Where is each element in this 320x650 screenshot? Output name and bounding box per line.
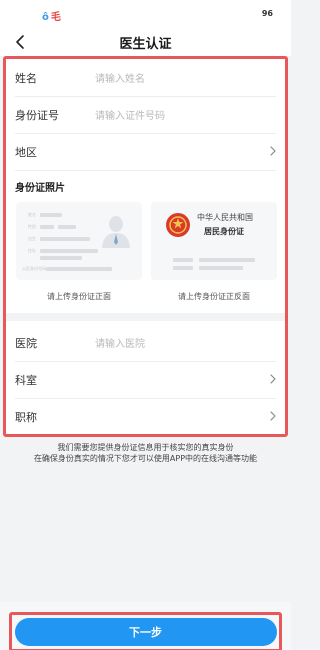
verification-form: 姓名 请输入姓名 身份证号 请输入证件号码 地区 身份证照片 姓名 性别 出生 … — [3, 56, 288, 437]
status-icons: ô毛 — [42, 8, 61, 23]
status-bar: ô毛 96 — [0, 0, 291, 28]
next-button[interactable]: 下一步 — [14, 618, 277, 646]
id-number-label: 身份证号 — [15, 108, 59, 122]
nav-bar: 医生认证 — [0, 28, 291, 56]
doctor-verification-page: ô毛 96 医生认证 姓名 请输入姓名 身份证号 请输入证件号码 地区 身份证照… — [0, 0, 291, 650]
text-line — [40, 225, 54, 229]
text-line — [40, 237, 90, 241]
text-line — [40, 249, 98, 253]
region-label: 地区 — [15, 145, 37, 159]
national-emblem-icon — [166, 213, 190, 237]
field-label-placeholder: 性别 — [28, 224, 36, 229]
notice-line-1: 我们需要您提供身份证信息用于核实您的真实身份 — [57, 443, 234, 452]
text-line — [46, 267, 112, 271]
id-back-card-name: 居民身份证 — [204, 227, 244, 236]
text-line — [173, 258, 193, 262]
name-input[interactable]: 请输入姓名 — [95, 70, 145, 85]
professional-title-row[interactable]: 职称 — [6, 398, 285, 435]
status-mark-2: 毛 — [50, 12, 61, 23]
text-line — [40, 213, 62, 217]
department-row[interactable]: 科室 — [6, 361, 285, 398]
section-gap — [6, 313, 285, 321]
page-title: 医生认证 — [119, 37, 172, 52]
region-row[interactable]: 地区 — [6, 133, 285, 170]
id-number-input[interactable]: 请输入证件号码 — [95, 107, 165, 122]
id-front-caption: 请上传身份证正面 — [47, 292, 111, 301]
department-label: 科室 — [15, 373, 37, 387]
name-label: 姓名 — [15, 71, 37, 85]
text-line — [199, 266, 243, 270]
next-button-highlight: 下一步 — [9, 612, 282, 650]
hospital-input[interactable]: 请输入医院 — [95, 335, 145, 350]
field-label-placeholder: 住址 — [28, 248, 36, 253]
field-label-placeholder: 公民身份号码 — [22, 266, 46, 271]
field-label-placeholder: 姓名 — [28, 212, 36, 217]
chevron-right-icon — [270, 374, 276, 384]
chevron-right-icon — [270, 411, 276, 421]
divider — [15, 170, 276, 171]
verification-notice: 我们需要您提供身份证信息用于核实您的真实身份 在确保身份真实的情况下您才可以使用… — [0, 442, 291, 464]
id-photo-section-title: 身份证照片 — [15, 183, 65, 194]
name-row[interactable]: 姓名 请输入姓名 — [6, 59, 285, 96]
notice-line-2: 在确保身份真实的情况下您才可以使用APP中的在线沟通等功能 — [33, 454, 258, 463]
battery-level: 96 — [261, 9, 273, 18]
status-mark-1: ô — [42, 12, 49, 23]
id-back-caption: 请上传身份证正反面 — [178, 292, 250, 301]
id-number-row[interactable]: 身份证号 请输入证件号码 — [6, 96, 285, 133]
professional-title-label: 职称 — [15, 410, 37, 424]
person-portrait-icon — [102, 216, 130, 248]
field-label-placeholder: 出生 — [28, 236, 36, 241]
text-line — [58, 225, 76, 229]
chevron-right-icon — [270, 146, 276, 156]
hospital-label: 医院 — [15, 336, 37, 350]
id-back-country: 中华人民共和国 — [197, 213, 253, 222]
text-line — [199, 258, 255, 262]
hospital-row[interactable]: 医院 请输入医院 — [6, 324, 285, 361]
text-line — [173, 266, 193, 270]
text-line — [40, 256, 82, 260]
id-front-upload[interactable]: 姓名 性别 出生 住址 公民身份号码 — [16, 202, 142, 280]
id-back-upload[interactable]: 中华人民共和国 居民身份证 — [151, 202, 277, 280]
